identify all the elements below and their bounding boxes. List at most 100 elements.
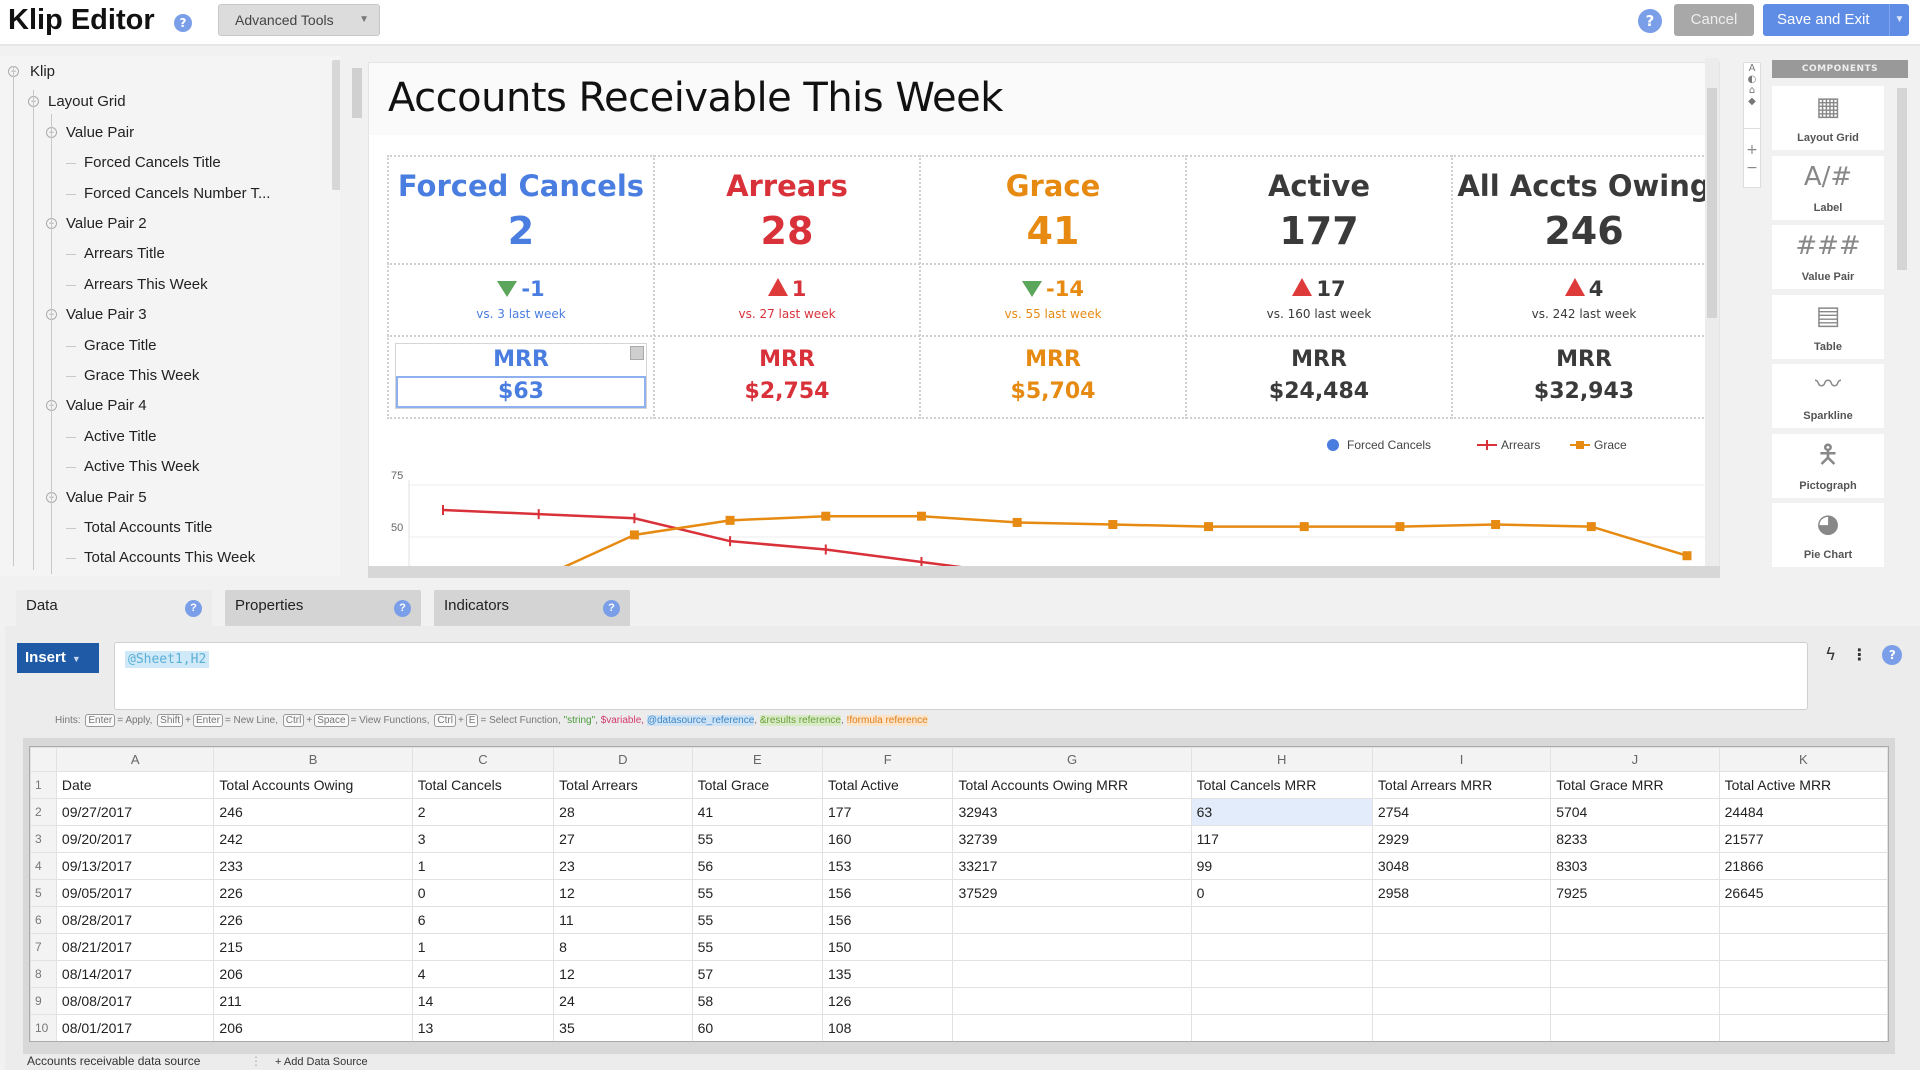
table-cell[interactable]: 156 (822, 879, 954, 907)
column-header[interactable]: I (1371, 747, 1552, 772)
table-cell[interactable]: Total Grace MRR (1550, 771, 1720, 799)
data-source-tab[interactable]: Accounts receivable data source (27, 1054, 200, 1068)
tree-item[interactable]: Active This Week (84, 455, 199, 479)
table-cell[interactable]: 108 (822, 1014, 954, 1041)
row-header[interactable]: 9 (30, 987, 57, 1015)
value-pair[interactable]: Arrears 28 1 vs. 27 last week MRR $2,754 (653, 155, 919, 419)
table-cell[interactable]: 226 (213, 906, 413, 934)
table-cell[interactable]: Date (55, 771, 215, 799)
tree-item[interactable]: Value Pair 5 (66, 486, 147, 510)
table-cell[interactable] (1371, 960, 1552, 988)
formula-editor[interactable]: @Sheet1,H2 (114, 642, 1808, 710)
canvas-left-scrollbar[interactable] (352, 68, 362, 118)
table-cell[interactable] (1718, 960, 1888, 988)
table-cell[interactable]: 6 (411, 906, 555, 934)
table-cell[interactable]: 55 (691, 825, 824, 853)
value-pair[interactable]: Forced Cancels 2 -1 vs. 3 last week MRR $63 (387, 155, 653, 419)
table-cell[interactable]: 117 (1190, 825, 1373, 853)
help-icon[interactable]: ? (603, 600, 620, 617)
formula-text[interactable]: @Sheet1,H2 (125, 651, 210, 668)
table-cell[interactable]: 08/21/2017 (55, 933, 215, 961)
add-data-source-button[interactable]: + Add Data Source (275, 1056, 368, 1068)
table-cell[interactable] (1718, 906, 1888, 934)
row-header[interactable]: 1 (30, 771, 57, 799)
table-cell[interactable]: 21866 (1718, 852, 1888, 880)
table-cell[interactable] (1190, 906, 1373, 934)
row-header[interactable]: 6 (30, 906, 57, 934)
table-cell[interactable]: Total Grace (691, 771, 824, 799)
more-vertical-icon[interactable]: ⋮ (1851, 645, 1867, 664)
table-cell[interactable]: 35 (553, 1014, 693, 1041)
table-cell[interactable] (1550, 1014, 1720, 1041)
table-cell[interactable] (1550, 960, 1720, 988)
table-cell[interactable]: 12 (553, 879, 693, 907)
table-cell[interactable] (1718, 933, 1888, 961)
table-cell[interactable]: 2929 (1371, 825, 1552, 853)
table-cell[interactable]: 4 (411, 960, 555, 988)
table-cell[interactable]: 8233 (1550, 825, 1720, 853)
table-cell[interactable]: Total Cancels MRR (1190, 771, 1373, 799)
table-cell[interactable]: 60 (691, 1014, 824, 1041)
table-cell[interactable]: Total Arrears (553, 771, 693, 799)
save-and-exit-button[interactable]: Save and Exit ▼ (1763, 4, 1909, 36)
table-cell[interactable] (1371, 987, 1552, 1015)
table-cell[interactable]: 55 (691, 879, 824, 907)
table-cell[interactable]: 177 (822, 798, 954, 826)
help-icon[interactable]: ? (185, 600, 202, 617)
help-icon[interactable]: ? (1882, 644, 1903, 665)
line-chart[interactable]: 50 75 Forced Cancels Arrears Grace (369, 425, 1719, 575)
column-header[interactable]: B (213, 747, 413, 772)
table-cell[interactable]: 55 (691, 906, 824, 934)
table-cell[interactable]: 12 (553, 960, 693, 988)
table-cell[interactable]: 0 (1190, 879, 1373, 907)
row-header[interactable]: 10 (30, 1014, 57, 1041)
row-header[interactable]: 2 (30, 798, 57, 826)
table-cell[interactable]: 0 (411, 879, 555, 907)
table-cell[interactable]: Total Active (822, 771, 954, 799)
table-cell[interactable]: 23 (553, 852, 693, 880)
table-cell[interactable]: 246 (213, 798, 413, 826)
help-icon[interactable]: ? (174, 14, 192, 32)
table-cell[interactable]: 33217 (952, 852, 1192, 880)
lightning-icon[interactable]: ϟ (1825, 645, 1836, 665)
insert-button[interactable]: Insert ▼ (17, 643, 99, 673)
klip-title[interactable]: Accounts Receivable This Week (388, 75, 1003, 121)
table-cell[interactable]: Total Cancels (411, 771, 555, 799)
value-pair[interactable]: All Accts Owing 246 4 vs. 242 last week MRR $… (1451, 155, 1717, 419)
table-cell[interactable]: 7925 (1550, 879, 1720, 907)
table-cell[interactable]: 24484 (1718, 798, 1888, 826)
table-cell[interactable]: 242 (213, 825, 413, 853)
table-cell[interactable] (1550, 933, 1720, 961)
tree-item[interactable]: Forced Cancels Title (84, 151, 221, 175)
table-cell[interactable]: 57 (691, 960, 824, 988)
tree-item[interactable]: Layout Grid (48, 90, 126, 114)
column-header[interactable]: A (55, 747, 215, 772)
table-cell[interactable]: 08/14/2017 (55, 960, 215, 988)
table-cell[interactable]: 1 (411, 852, 555, 880)
tab-indicators[interactable]: Indicators ? (434, 590, 630, 626)
table-cell[interactable]: 153 (822, 852, 954, 880)
row-header[interactable]: 8 (30, 960, 57, 988)
table-cell[interactable]: 156 (822, 906, 954, 934)
palette-icon[interactable]: ◐ (1744, 74, 1760, 85)
table-cell[interactable]: 09/20/2017 (55, 825, 215, 853)
table-cell[interactable] (1718, 987, 1888, 1015)
table-cell[interactable]: 8303 (1550, 852, 1720, 880)
column-header[interactable]: C (411, 747, 555, 772)
table-cell[interactable] (1550, 906, 1720, 934)
layers-icon[interactable]: ◆ (1744, 96, 1760, 107)
tree-item[interactable]: Value Pair (66, 121, 134, 145)
tree-item[interactable]: Value Pair 3 (66, 303, 147, 327)
column-header[interactable]: K (1718, 747, 1888, 772)
table-cell[interactable]: 08/08/2017 (55, 987, 215, 1015)
zoom-out-icon[interactable]: − (1744, 159, 1760, 177)
tree-item[interactable]: Total Accounts Title (84, 516, 212, 540)
table-cell[interactable]: 27 (553, 825, 693, 853)
row-header[interactable]: 7 (30, 933, 57, 961)
table-cell[interactable]: 99 (1190, 852, 1373, 880)
component-layout-grid[interactable]: ▦ Layout Grid (1772, 86, 1884, 150)
table-cell[interactable]: 28 (553, 798, 693, 826)
table-cell[interactable]: 09/13/2017 (55, 852, 215, 880)
tree-item[interactable]: Forced Cancels Number T... (84, 182, 270, 206)
table-cell[interactable]: 41 (691, 798, 824, 826)
